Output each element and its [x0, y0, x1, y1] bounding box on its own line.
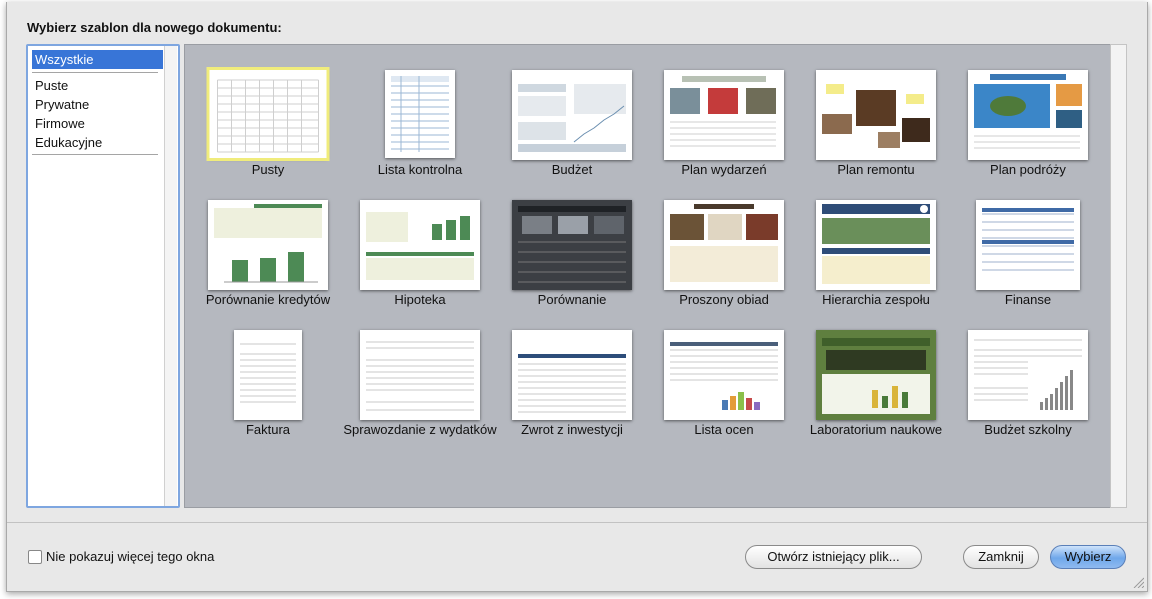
- template-label: Budżet szkolny: [984, 422, 1072, 437]
- template-budget[interactable]: Budżet: [497, 70, 647, 195]
- category-separator: [32, 154, 158, 155]
- template-mortgage[interactable]: Hipoteka: [345, 200, 495, 325]
- dont-show-again-checkbox[interactable]: [28, 550, 42, 564]
- template-label: Porównanie kredytów: [205, 292, 331, 307]
- category-blank[interactable]: Puste: [32, 76, 163, 95]
- template-thumbnail: [816, 70, 936, 160]
- template-thumbnail: [664, 200, 784, 290]
- template-team-hierarchy[interactable]: Hierarchia zespołu: [801, 200, 951, 325]
- template-thumbnail: [512, 330, 632, 420]
- category-separator: [32, 72, 158, 73]
- gallery-scrollbar[interactable]: [1110, 44, 1127, 508]
- template-checklist[interactable]: Lista kontrolna: [345, 70, 495, 195]
- template-thumbnail: [968, 330, 1088, 420]
- open-existing-file-button[interactable]: Otwórz istniejący plik...: [745, 545, 922, 569]
- template-event-planner[interactable]: Plan wydarzeń: [649, 70, 799, 195]
- template-blank[interactable]: Pusty: [193, 67, 343, 195]
- template-thumbnail: [968, 70, 1088, 160]
- category-personal[interactable]: Prywatne: [32, 95, 163, 114]
- template-label: Zwrot z inwestycji: [521, 422, 623, 437]
- template-thumbnail: [234, 330, 302, 420]
- dont-show-again-label[interactable]: Nie pokazuj więcej tego okna: [46, 549, 214, 564]
- template-label: Plan wydarzeń: [681, 162, 767, 177]
- template-thumbnail: [816, 330, 936, 420]
- category-scrollbar[interactable]: [164, 46, 177, 506]
- template-science-lab[interactable]: Laboratorium naukowe: [801, 330, 951, 455]
- template-label: Laboratorium naukowe: [809, 422, 943, 437]
- template-thumbnail: [385, 70, 455, 158]
- template-thumbnail: [512, 200, 632, 290]
- template-thumbnail: [664, 330, 784, 420]
- template-gallery: Pusty Lista kontrolna Budżet Plan wydarz…: [184, 44, 1112, 508]
- template-thumbnail: [208, 200, 328, 290]
- template-label: Lista kontrolna: [377, 162, 463, 177]
- template-dinner-party[interactable]: Proszony obiad: [649, 200, 799, 325]
- template-label: Proszony obiad: [679, 292, 769, 307]
- footer-divider: [7, 522, 1147, 523]
- template-chooser-dialog: Wybierz szablon dla nowego dokumentu: Ws…: [6, 2, 1148, 592]
- template-label: Finanse: [1004, 292, 1052, 307]
- category-business[interactable]: Firmowe: [32, 114, 163, 133]
- template-finances[interactable]: Finanse: [953, 200, 1103, 325]
- template-label: Lista ocen: [694, 422, 754, 437]
- template-label: Budżet: [551, 162, 593, 177]
- template-travel-planner[interactable]: Plan podróży: [953, 70, 1103, 195]
- template-thumbnail: [816, 200, 936, 290]
- template-thumbnail: [360, 200, 480, 290]
- template-expense-report[interactable]: Sprawozdanie z wydatków: [343, 330, 497, 455]
- template-thumbnail: [664, 70, 784, 160]
- template-loan-comparison[interactable]: Porównanie kredytów: [193, 200, 343, 325]
- choose-button[interactable]: Wybierz: [1050, 545, 1126, 569]
- dialog-prompt: Wybierz szablon dla nowego dokumentu:: [27, 20, 282, 35]
- template-investment-return[interactable]: Zwrot z inwestycji: [497, 330, 647, 455]
- template-school-budget[interactable]: Budżet szkolny: [953, 330, 1103, 455]
- resize-grip-icon[interactable]: [1132, 576, 1144, 588]
- template-label: Hipoteka: [394, 292, 446, 307]
- template-label: Pusty: [251, 162, 285, 177]
- template-label: Sprawozdanie z wydatków: [343, 422, 497, 437]
- template-grade-book[interactable]: Lista ocen: [649, 330, 799, 455]
- template-thumbnail: [512, 70, 632, 160]
- template-label: Hierarchia zespołu: [822, 292, 930, 307]
- template-label: Plan remontu: [837, 162, 915, 177]
- template-label: Porównanie: [537, 292, 607, 307]
- category-education[interactable]: Edukacyjne: [32, 133, 163, 152]
- template-invoice[interactable]: Faktura: [193, 330, 343, 455]
- category-all[interactable]: Wszystkie: [32, 50, 163, 69]
- close-button[interactable]: Zamknij: [963, 545, 1039, 569]
- category-list[interactable]: Wszystkie Puste Prywatne Firmowe Edukacy…: [26, 44, 180, 508]
- template-thumbnail: [360, 330, 480, 420]
- template-thumbnail: [976, 200, 1080, 290]
- template-label: Faktura: [245, 422, 291, 437]
- template-label: Plan podróży: [990, 162, 1066, 177]
- template-renovation[interactable]: Plan remontu: [801, 70, 951, 195]
- template-thumbnail: [206, 67, 330, 161]
- template-comparison[interactable]: Porównanie: [497, 200, 647, 325]
